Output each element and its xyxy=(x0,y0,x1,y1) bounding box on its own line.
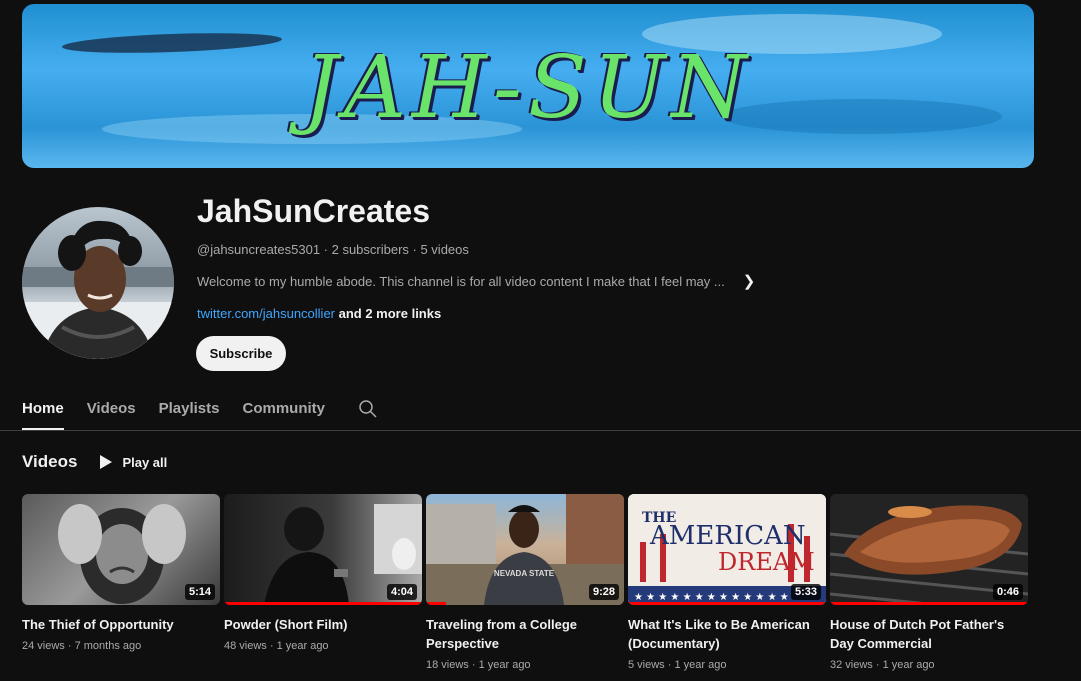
channel-meta: @jahsuncreates5301 · 2 subscribers · 5 v… xyxy=(197,242,469,257)
video-thumbnail[interactable]: 0:46 xyxy=(830,494,1028,605)
video-duration: 5:33 xyxy=(790,584,821,600)
video-duration: 0:46 xyxy=(992,584,1023,600)
video-title[interactable]: Powder (Short Film) xyxy=(224,615,422,634)
subscribe-button[interactable]: Subscribe xyxy=(196,336,286,371)
channel-name: JahSunCreates xyxy=(197,193,430,229)
dream-text-2: AMERICAN xyxy=(649,521,806,551)
tab-home[interactable]: Home xyxy=(22,392,64,430)
video-title[interactable]: What It's Like to Be American (Documenta… xyxy=(628,615,826,653)
video-thumbnail[interactable]: NEVADA STATE 9:28 xyxy=(426,494,624,605)
tab-playlists[interactable]: Playlists xyxy=(159,392,220,430)
video-card[interactable]: THE AMERICAN DREAM ★ ★ ★ ★ ★ ★ ★ ★ ★ ★ ★… xyxy=(628,494,826,671)
chevron-right-icon[interactable]: ❯ xyxy=(743,272,756,290)
play-all-label: Play all xyxy=(122,454,168,470)
video-meta: 18 views · 1 year ago xyxy=(426,659,531,671)
tabs-divider xyxy=(0,430,1081,431)
video-duration: 4:04 xyxy=(386,584,417,600)
video-title[interactable]: Traveling from a College Perspective xyxy=(426,615,624,653)
video-duration: 5:14 xyxy=(184,584,215,600)
video-title[interactable]: The Thief of Opportunity xyxy=(22,615,220,634)
video-meta: 32 views · 1 year ago xyxy=(830,659,935,671)
play-all-button[interactable]: Play all xyxy=(99,454,167,470)
section-title: Videos xyxy=(22,452,78,471)
channel-description-text: Welcome to my humble abode. This channel… xyxy=(197,273,725,289)
channel-links: twitter.com/jahsuncollier and 2 more lin… xyxy=(197,306,441,321)
more-links[interactable]: and 2 more links xyxy=(335,306,442,321)
watch-progress-bar xyxy=(224,602,422,605)
video-meta: 48 views · 1 year ago xyxy=(224,640,329,652)
video-thumbnail[interactable]: THE AMERICAN DREAM ★ ★ ★ ★ ★ ★ ★ ★ ★ ★ ★… xyxy=(628,494,826,605)
banner-title: JAH-SUN xyxy=(303,38,753,138)
watch-progress-bar xyxy=(426,602,446,605)
shirt-text: NEVADA STATE xyxy=(494,569,555,578)
video-duration: 9:28 xyxy=(588,584,619,600)
video-title[interactable]: House of Dutch Pot Father's Day Commerci… xyxy=(830,615,1028,653)
play-icon xyxy=(100,455,113,469)
video-thumbnail[interactable]: 4:04 xyxy=(224,494,422,605)
tab-community[interactable]: Community xyxy=(242,392,325,430)
watch-progress-bar xyxy=(628,602,826,605)
dream-text-3: DREAM xyxy=(718,548,815,576)
video-card[interactable]: 4:04 Powder (Short Film) 48 views · 1 ye… xyxy=(224,494,422,671)
channel-avatar[interactable] xyxy=(22,207,174,359)
video-card[interactable]: 5:14 The Thief of Opportunity 24 views ·… xyxy=(22,494,220,671)
channel-description[interactable]: Welcome to my humble abode. This channel… xyxy=(197,272,755,290)
tab-videos[interactable]: Videos xyxy=(87,392,136,430)
video-meta: 24 views · 7 months ago xyxy=(22,640,142,652)
video-card[interactable]: NEVADA STATE 9:28 Traveling from a Colle… xyxy=(426,494,624,671)
avatar-photo xyxy=(22,220,174,359)
video-thumbnail[interactable]: 5:14 xyxy=(22,494,220,605)
watch-progress-bar xyxy=(830,602,1028,605)
video-card[interactable]: 0:46 House of Dutch Pot Father's Day Com… xyxy=(830,494,1028,671)
video-meta: 5 views · 1 year ago xyxy=(628,659,727,671)
video-grid: 5:14 The Thief of Opportunity 24 views ·… xyxy=(22,494,1028,671)
videos-section-header: Videos Play all xyxy=(22,452,167,472)
channel-banner: JAH-SUN xyxy=(22,4,1034,168)
twitter-link[interactable]: twitter.com/jahsuncollier xyxy=(197,306,335,321)
channel-tabs: Home Videos Playlists Community xyxy=(22,392,378,430)
search-icon[interactable] xyxy=(358,392,378,424)
